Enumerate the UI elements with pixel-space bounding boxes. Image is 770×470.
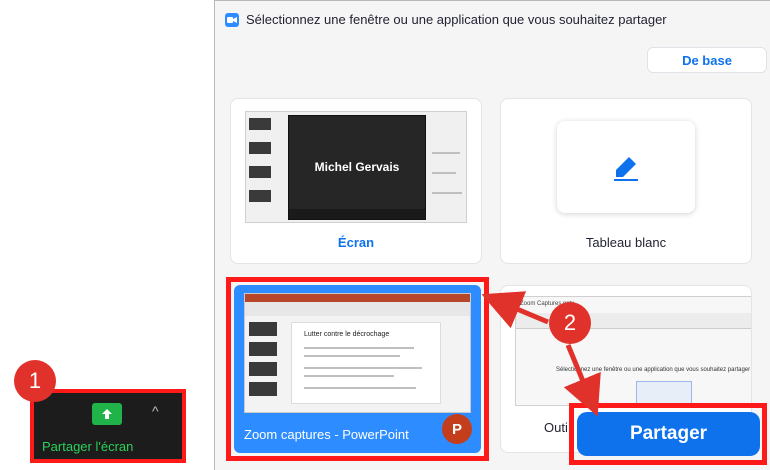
video-controls-bar [289,209,425,219]
screen-preview: Michel Gervais [245,111,467,223]
share-option-whiteboard[interactable]: Tableau blanc [500,98,752,264]
whiteboard-label: Tableau blanc [585,235,667,250]
highlight-powerpoint [226,277,489,461]
participant-name: Michel Gervais [314,160,400,174]
step-2-badge: 2 [549,302,591,344]
video-window: Michel Gervais [288,115,426,220]
share-screen-toolbar-button[interactable]: ^ Partager l'écran [30,389,186,463]
screen-label: Écran [337,235,375,250]
zoom-logo-icon [225,12,239,27]
share-screen-label: Partager l'écran [42,439,134,454]
share-option-screen[interactable]: Michel Gervais Écran [230,98,482,264]
dialog-title: Sélectionnez une fenêtre ou une applicat… [225,12,667,27]
tab-basic[interactable]: De base [647,47,767,73]
other-window-label: Outi [544,420,568,435]
share-up-arrow-icon[interactable] [92,403,122,425]
dialog-title-text: Sélectionnez une fenêtre ou une applicat… [246,12,667,27]
whiteboard-preview [557,121,695,213]
pen-icon [614,157,638,181]
other-window-text: Sélectionnez une fenêtre ou une applicat… [556,367,751,373]
highlight-share-button [569,403,767,465]
step-1-badge: 1 [14,360,56,402]
chevron-up-icon[interactable]: ^ [152,403,159,419]
